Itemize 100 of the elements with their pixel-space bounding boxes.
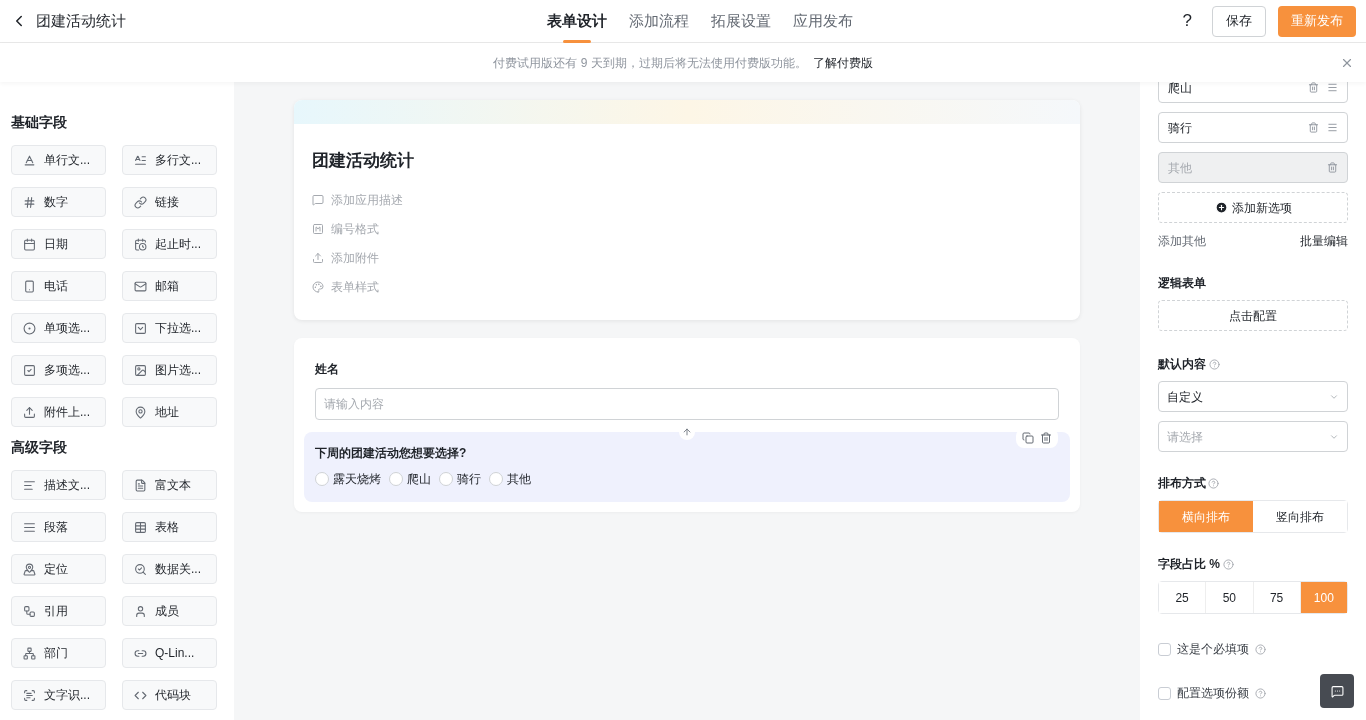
radio-option[interactable]: 露天烧烤	[315, 469, 381, 488]
drag-handle-icon[interactable]	[1327, 122, 1338, 133]
field-type-item[interactable]: Q-Lin...	[122, 638, 217, 668]
save-button[interactable]: 保存	[1212, 5, 1266, 37]
field-type-item[interactable]: 日期	[11, 229, 106, 259]
help-icon[interactable]	[1209, 358, 1220, 370]
form-title: 团建活动统计	[312, 150, 415, 172]
checkbox[interactable]	[1158, 686, 1171, 700]
checkbox-label: 这是个必填项	[1177, 641, 1249, 658]
delete-icon[interactable]	[1308, 82, 1319, 93]
field-type-item[interactable]: 引用	[11, 596, 106, 626]
help-link[interactable]: ?	[1182, 8, 1192, 34]
field-type-item[interactable]: 地址	[122, 397, 217, 427]
radio-option[interactable]: 其他	[489, 469, 531, 488]
field-type-item[interactable]: 单行文...	[11, 145, 106, 175]
nodes-icon	[23, 604, 36, 618]
radio-icon	[23, 321, 36, 335]
palette-icon	[312, 281, 324, 293]
image-icon	[134, 363, 147, 377]
field-type-item[interactable]: 数据关...	[122, 554, 217, 584]
tab[interactable]: 表单设计	[547, 0, 607, 43]
dropdown-icon	[134, 321, 147, 335]
calendar-clock-icon	[134, 237, 147, 251]
field-type-item[interactable]: 数字	[11, 187, 106, 217]
hash-icon	[23, 195, 36, 209]
field-type-item[interactable]: 富文本	[122, 470, 217, 500]
calendar-icon	[23, 237, 36, 251]
field-type-item[interactable]: 图片选...	[122, 355, 217, 385]
multiline-text-icon	[134, 153, 147, 167]
tab[interactable]: 拓展设置	[711, 0, 771, 43]
add-option-button[interactable]: 添加新选项	[1158, 192, 1348, 223]
paragraph-icon	[23, 520, 36, 534]
field-type-item[interactable]: 成员	[122, 596, 217, 626]
checkbox[interactable]	[1158, 642, 1171, 656]
field-type-item[interactable]: 定位	[11, 554, 106, 584]
section-title: 基础字段	[11, 113, 68, 132]
field-type-item[interactable]: 链接	[122, 187, 217, 217]
field-type-item[interactable]: 邮箱	[122, 271, 217, 301]
delete-icon[interactable]	[1040, 431, 1052, 444]
option-input[interactable]: 爬山	[1158, 82, 1348, 103]
lines-icon	[23, 478, 36, 492]
text-line-icon	[23, 153, 36, 167]
field-type-item[interactable]: 电话	[11, 271, 106, 301]
field-label: 下周的团建活动您想要选择?	[315, 444, 468, 462]
learn-more-link[interactable]: 了解付费版	[812, 53, 873, 72]
radio-icon	[315, 471, 329, 486]
mail-icon	[134, 279, 147, 293]
drag-handle-icon[interactable]	[1327, 82, 1338, 93]
tab[interactable]: 应用发布	[793, 0, 853, 43]
field-type-item[interactable]: 部门	[11, 638, 106, 668]
help-icon[interactable]	[1255, 687, 1266, 699]
field-type-item[interactable]: 描述文...	[11, 470, 106, 500]
help-icon[interactable]	[1255, 643, 1266, 655]
configure-button[interactable]: 点击配置	[1158, 300, 1348, 331]
user-icon	[134, 604, 147, 618]
radio-option[interactable]: 爬山	[389, 469, 431, 488]
arrow-up-icon	[682, 426, 692, 437]
comment-icon	[312, 194, 324, 206]
delete-icon[interactable]	[1308, 122, 1319, 133]
upload-icon	[312, 252, 324, 264]
field-type-item[interactable]: 多项选...	[11, 355, 106, 385]
org-icon	[23, 646, 36, 660]
search-icon	[134, 562, 147, 576]
field-type-item[interactable]: 下拉选...	[122, 313, 217, 343]
option-input[interactable]: 骑行	[1158, 112, 1348, 143]
field-type-item[interactable]: 多行文...	[122, 145, 217, 175]
field-type-item[interactable]: 文字识...	[11, 680, 106, 710]
width-segment[interactable]: 25	[1159, 582, 1207, 613]
scan-text-icon	[23, 688, 36, 702]
chat-icon	[1330, 684, 1344, 698]
help-icon[interactable]	[1223, 558, 1234, 570]
checkbox-icon	[23, 363, 36, 377]
add-other-link[interactable]: 添加其他	[1158, 232, 1206, 250]
field-type-item[interactable]: 表格	[122, 512, 217, 542]
radio-icon	[389, 471, 403, 486]
chat-button[interactable]	[1320, 674, 1354, 708]
radio-option[interactable]: 骑行	[439, 469, 481, 488]
text-input-field[interactable]: 请输入内容	[315, 387, 1059, 420]
select-field[interactable]: 自定义	[1158, 381, 1348, 412]
app-title: 团建活动统计	[36, 10, 126, 31]
radio-icon	[439, 471, 453, 486]
form-field[interactable]: 姓名 请输入内容	[304, 359, 1070, 420]
batch-edit-link[interactable]: 批量编辑	[1300, 232, 1348, 250]
document-icon	[134, 478, 147, 492]
field-type-item[interactable]: 起止时...	[122, 229, 217, 259]
upload-icon	[23, 405, 36, 419]
section-title: 逻辑表单	[1158, 275, 1207, 292]
field-type-item[interactable]: 代码块	[122, 680, 217, 710]
field-type-item[interactable]: 附件上...	[11, 397, 106, 427]
plus-icon	[1214, 201, 1228, 214]
section-title: 字段占比 %	[1158, 556, 1220, 573]
link-icon	[134, 195, 147, 209]
field-label: 姓名	[315, 360, 340, 378]
trial-notice: 付费试用版还有 9 天到期，过期后将无法使用付费版功能。	[493, 54, 807, 72]
field-type-item[interactable]: 段落	[11, 512, 106, 542]
field-type-item[interactable]: 单项选...	[11, 313, 106, 343]
tab[interactable]: 添加流程	[629, 0, 689, 43]
radio-icon	[489, 471, 503, 486]
copy-icon[interactable]	[1022, 431, 1034, 444]
help-icon[interactable]	[1208, 477, 1219, 489]
